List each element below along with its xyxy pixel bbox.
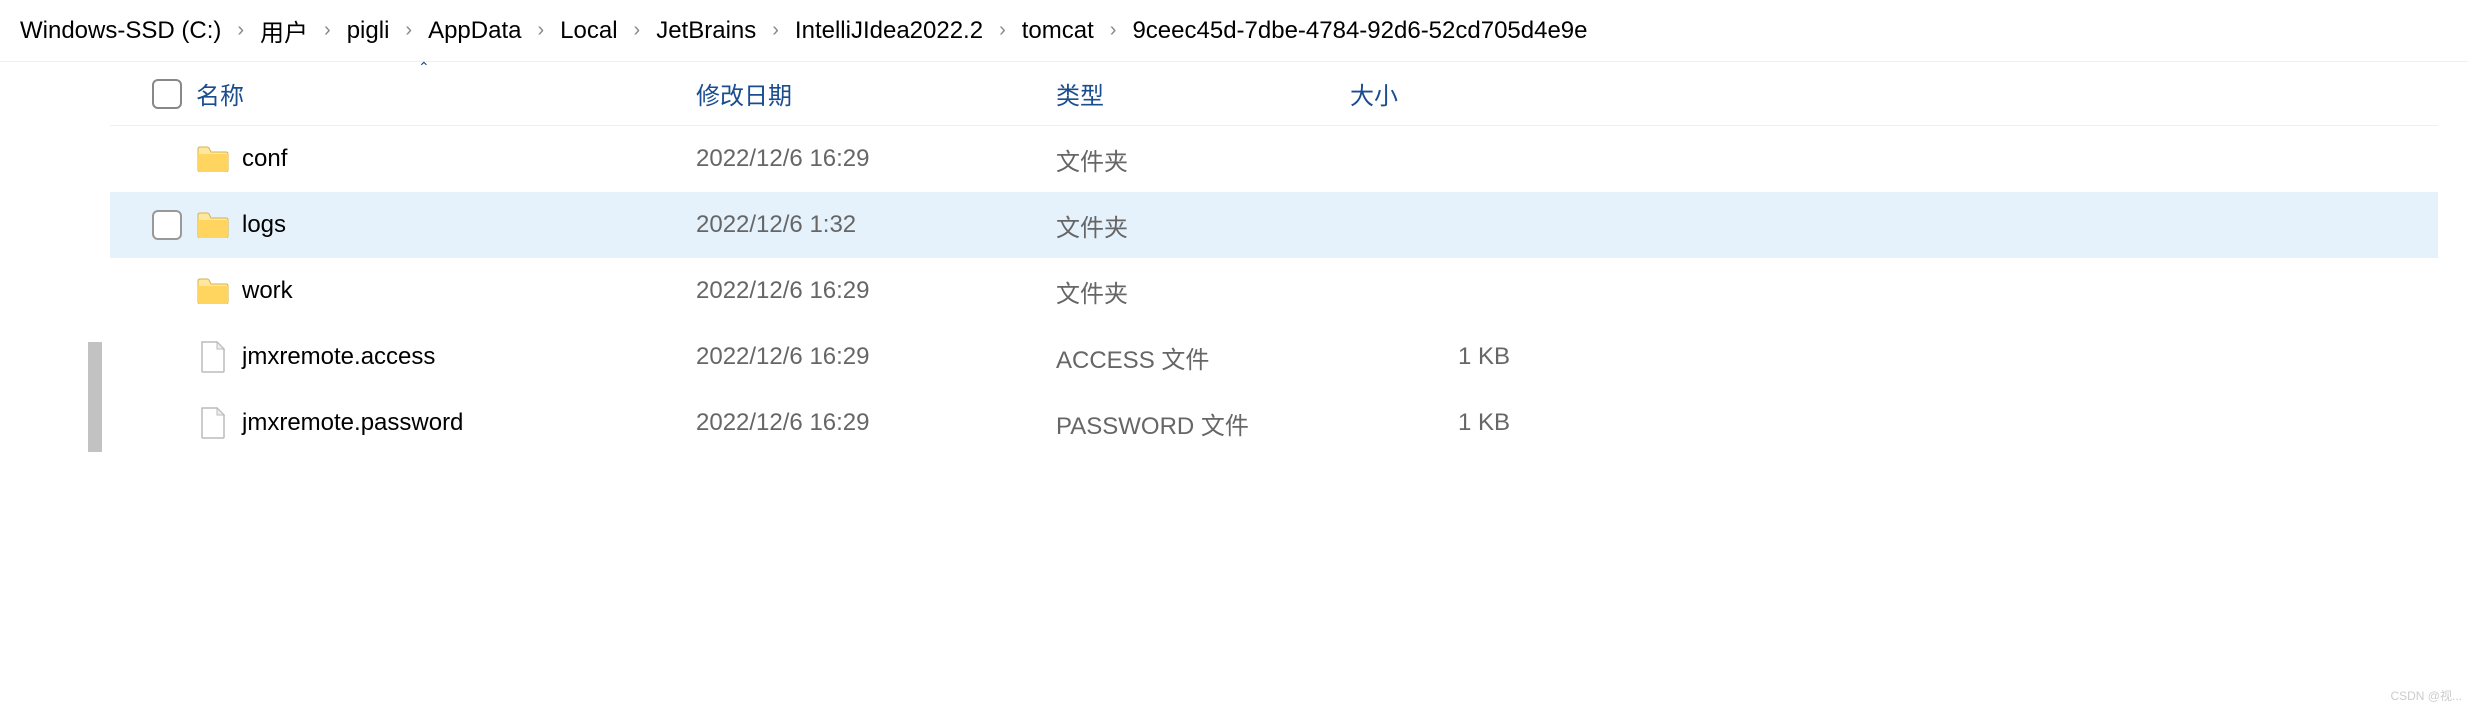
table-row[interactable]: conf 2022/12/6 16:29文件夹 bbox=[110, 126, 2438, 192]
cell-type: 文件夹 bbox=[1056, 274, 1350, 309]
cell-date: 2022/12/6 16:29 bbox=[696, 277, 1056, 305]
chevron-right-icon: › bbox=[237, 19, 244, 42]
breadcrumb-item[interactable]: AppData bbox=[428, 17, 521, 45]
cell-name[interactable]: jmxremote.access bbox=[196, 342, 696, 372]
table-row[interactable]: work 2022/12/6 16:29文件夹 bbox=[110, 258, 2438, 324]
cell-date: 2022/12/6 16:29 bbox=[696, 145, 1056, 173]
file-icon bbox=[196, 342, 230, 372]
column-header-name[interactable]: 名称 ⌃ bbox=[196, 76, 696, 111]
file-name: logs bbox=[242, 211, 286, 239]
chevron-right-icon: › bbox=[537, 19, 544, 42]
row-checkbox[interactable] bbox=[138, 276, 196, 306]
breadcrumb: Windows-SSD (C:) › 用户 › pigli › AppData … bbox=[0, 0, 2468, 62]
chevron-right-icon: › bbox=[772, 19, 779, 42]
file-name: jmxremote.access bbox=[242, 343, 435, 371]
cell-name[interactable]: logs bbox=[196, 210, 696, 240]
cell-type: 文件夹 bbox=[1056, 142, 1350, 177]
row-checkbox[interactable] bbox=[138, 342, 196, 372]
chevron-right-icon: › bbox=[405, 19, 412, 42]
folder-icon bbox=[196, 210, 230, 240]
scrollbar-thumb[interactable] bbox=[88, 342, 102, 452]
watermark: CSDN @视... bbox=[2390, 687, 2462, 704]
column-header-date[interactable]: 修改日期 bbox=[696, 76, 1056, 111]
file-name: jmxremote.password bbox=[242, 409, 463, 437]
cell-name[interactable]: jmxremote.password bbox=[196, 408, 696, 438]
breadcrumb-item[interactable]: tomcat bbox=[1022, 17, 1094, 45]
table-header: 名称 ⌃ 修改日期 类型 大小 bbox=[110, 62, 2438, 126]
folder-icon bbox=[196, 144, 230, 174]
table-row[interactable]: jmxremote.access 2022/12/6 16:29ACCESS 文件… bbox=[110, 324, 2438, 390]
cell-date: 2022/12/6 1:32 bbox=[696, 211, 1056, 239]
column-header-type[interactable]: 类型 bbox=[1056, 76, 1350, 111]
cell-type: ACCESS 文件 bbox=[1056, 340, 1350, 375]
file-name: conf bbox=[242, 145, 287, 173]
cell-type: 文件夹 bbox=[1056, 208, 1350, 243]
chevron-right-icon: › bbox=[634, 19, 641, 42]
cell-type: PASSWORD 文件 bbox=[1056, 406, 1350, 441]
sort-asc-icon: ⌃ bbox=[418, 59, 430, 76]
row-checkbox[interactable] bbox=[138, 408, 196, 438]
breadcrumb-item[interactable]: IntelliJIdea2022.2 bbox=[795, 17, 983, 45]
select-all-checkbox[interactable] bbox=[138, 79, 196, 109]
cell-name[interactable]: conf bbox=[196, 144, 696, 174]
folder-icon bbox=[196, 276, 230, 306]
cell-size: 1 KB bbox=[1350, 343, 1550, 371]
breadcrumb-item[interactable]: 9ceec45d-7dbe-4784-92d6-52cd705d4e9e bbox=[1132, 17, 1587, 45]
breadcrumb-item[interactable]: pigli bbox=[347, 17, 390, 45]
right-scrollbar[interactable] bbox=[2438, 62, 2468, 708]
row-checkbox[interactable] bbox=[138, 144, 196, 174]
file-name: work bbox=[242, 277, 293, 305]
left-spacer bbox=[0, 62, 80, 708]
chevron-right-icon: › bbox=[324, 19, 331, 42]
left-scrollbar[interactable] bbox=[80, 62, 110, 708]
cell-size: 1 KB bbox=[1350, 409, 1550, 437]
cell-name[interactable]: work bbox=[196, 276, 696, 306]
file-list: 名称 ⌃ 修改日期 类型 大小 conf2022/12/6 16:29文件夹lo… bbox=[110, 62, 2438, 708]
column-header-size[interactable]: 大小 bbox=[1350, 76, 1550, 111]
breadcrumb-item[interactable]: Local bbox=[560, 17, 617, 45]
chevron-right-icon: › bbox=[1110, 19, 1117, 42]
file-icon bbox=[196, 408, 230, 438]
cell-date: 2022/12/6 16:29 bbox=[696, 409, 1056, 437]
table-row[interactable]: logs 2022/12/6 1:32文件夹 bbox=[110, 192, 2438, 258]
table-row[interactable]: jmxremote.password 2022/12/6 16:29PASSWOR… bbox=[110, 390, 2438, 456]
column-label: 名称 bbox=[196, 76, 244, 111]
breadcrumb-item[interactable]: Windows-SSD (C:) bbox=[20, 17, 221, 45]
chevron-right-icon: › bbox=[999, 19, 1006, 42]
breadcrumb-item[interactable]: 用户 bbox=[260, 13, 308, 48]
cell-date: 2022/12/6 16:29 bbox=[696, 343, 1056, 371]
row-checkbox[interactable] bbox=[138, 210, 196, 240]
breadcrumb-item[interactable]: JetBrains bbox=[656, 17, 756, 45]
